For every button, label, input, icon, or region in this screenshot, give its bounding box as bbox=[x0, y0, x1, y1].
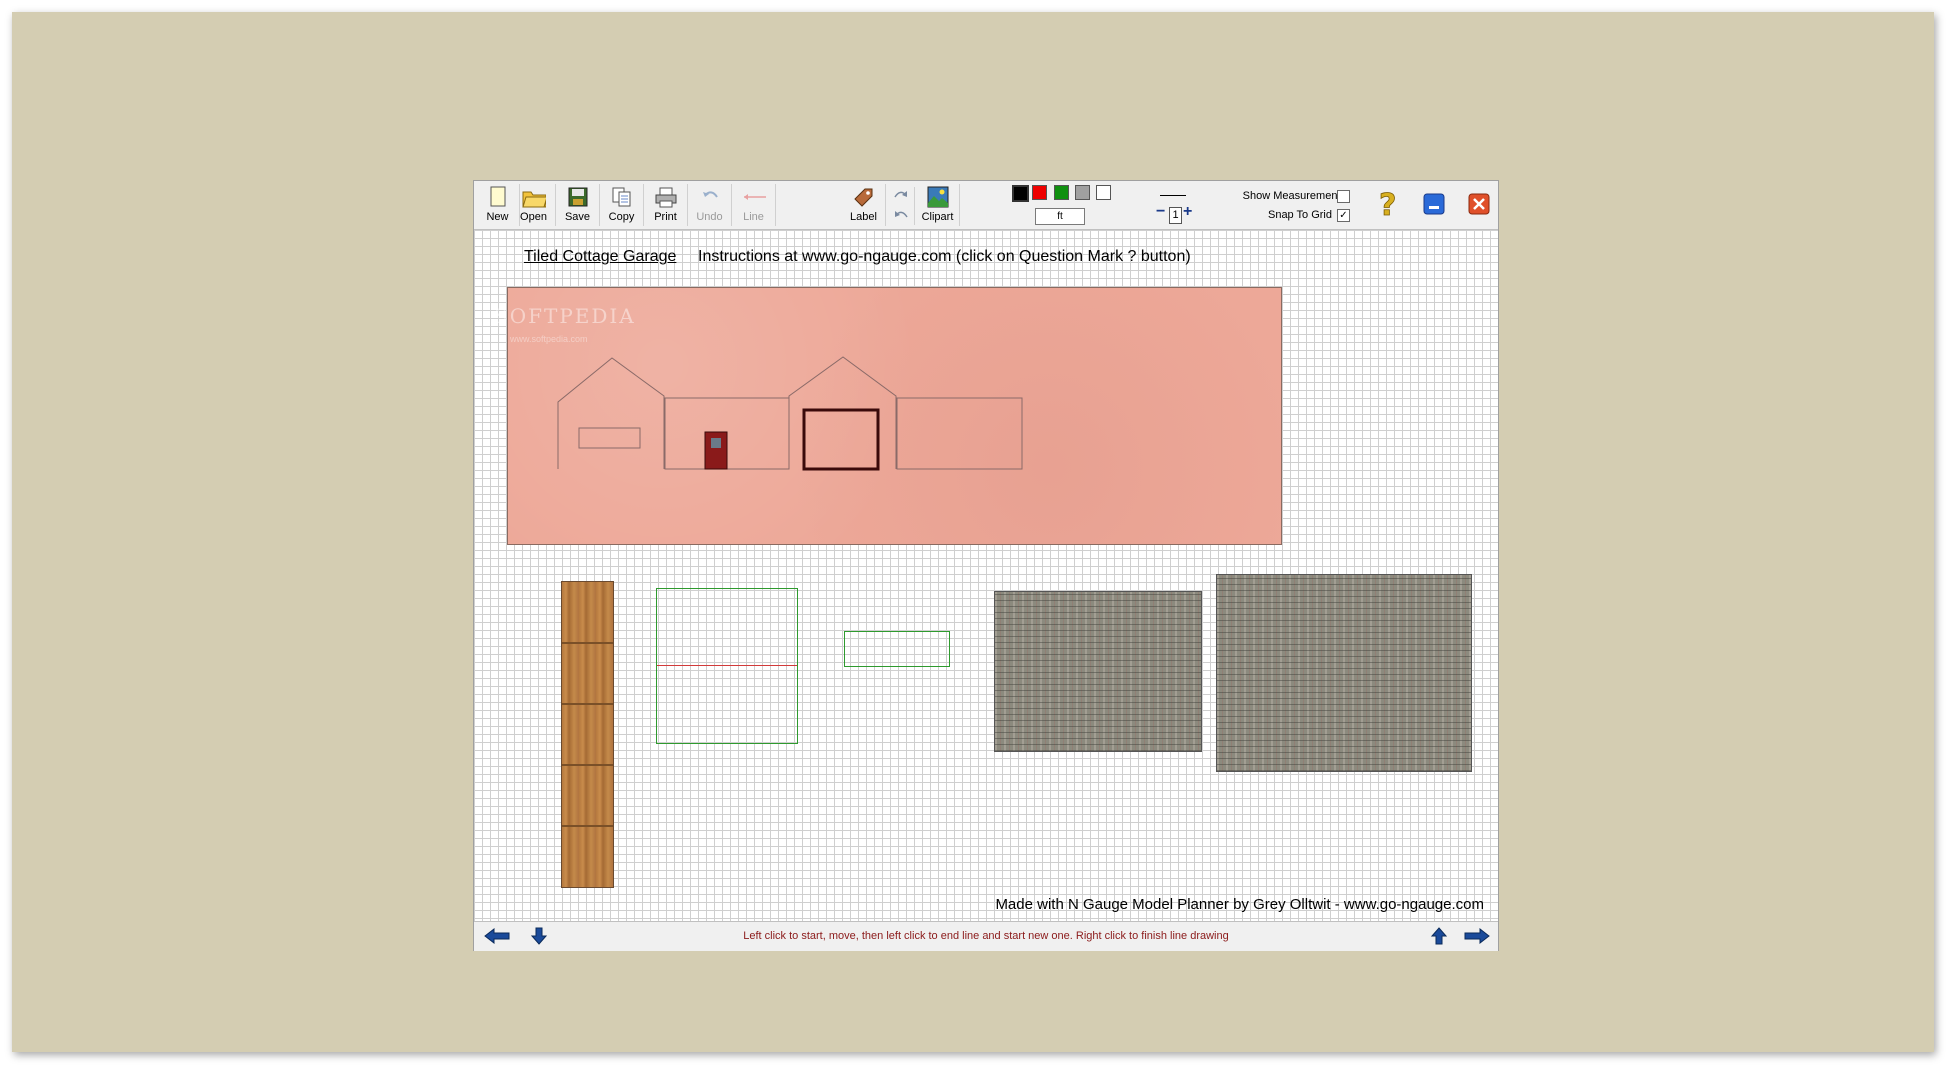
credit-footer: Made with N Gauge Model Planner by Grey … bbox=[995, 896, 1484, 913]
drawing-canvas[interactable]: Tiled Cottage Garage Instructions at www… bbox=[474, 230, 1498, 921]
save-label: Save bbox=[564, 211, 591, 223]
undo-button[interactable]: Undo bbox=[688, 184, 732, 226]
clipart-button[interactable]: Clipart bbox=[916, 184, 960, 226]
minimize-icon bbox=[1423, 193, 1445, 215]
line-button[interactable]: Line bbox=[732, 184, 776, 226]
color-swatch-green[interactable] bbox=[1054, 185, 1069, 200]
rotate-left-icon[interactable] bbox=[892, 207, 910, 221]
red-divider-line bbox=[657, 665, 797, 666]
save-button[interactable]: Save bbox=[556, 184, 600, 226]
cottage-outline-drawing bbox=[557, 356, 1023, 471]
unit-field[interactable]: ft bbox=[1035, 208, 1085, 225]
copy-label: Copy bbox=[608, 211, 635, 223]
new-file-icon bbox=[486, 185, 510, 209]
line-tool-icon bbox=[742, 185, 766, 209]
show-measurements-label: Show Measurements bbox=[1242, 190, 1346, 202]
model-title[interactable]: Tiled Cottage Garage bbox=[524, 248, 676, 266]
question-mark-icon: ? bbox=[1379, 189, 1397, 219]
help-button[interactable]: ? bbox=[1372, 187, 1404, 221]
line-label: Line bbox=[743, 211, 764, 223]
scroll-up-button[interactable] bbox=[1424, 926, 1454, 946]
show-measurements-checkbox[interactable] bbox=[1337, 190, 1350, 203]
application-window: New Open Save Copy Print Undo Line Label… bbox=[473, 180, 1499, 951]
svg-text:?: ? bbox=[1379, 189, 1396, 219]
snap-to-grid-label: Snap To Grid bbox=[1267, 209, 1332, 221]
print-label: Print bbox=[654, 211, 677, 223]
label-button[interactable]: Label bbox=[842, 184, 886, 226]
door-icon bbox=[704, 431, 728, 470]
close-button[interactable] bbox=[1463, 187, 1495, 221]
front-wall-panel[interactable]: SOFTPEDIA www.softpedia.com bbox=[494, 287, 1282, 545]
desktop-background: New Open Save Copy Print Undo Line Label… bbox=[12, 12, 1934, 1052]
roof-tiles-panel-left[interactable] bbox=[994, 591, 1202, 752]
label-label: Label bbox=[850, 211, 877, 223]
arrow-up-icon bbox=[1431, 927, 1447, 945]
printer-icon bbox=[654, 185, 678, 209]
color-swatch-red[interactable] bbox=[1032, 185, 1047, 200]
toolbar: New Open Save Copy Print Undo Line Label… bbox=[474, 181, 1498, 230]
copy-icon bbox=[610, 185, 634, 209]
snap-to-grid-checkbox[interactable]: ✓ bbox=[1337, 209, 1350, 222]
copy-button[interactable]: Copy bbox=[600, 184, 644, 226]
folder-icon bbox=[521, 185, 546, 209]
thickness-increase-button[interactable]: + bbox=[1183, 204, 1192, 220]
green-rectangle-small[interactable] bbox=[844, 631, 950, 667]
garage-door-frame bbox=[802, 408, 880, 471]
status-hint: Left click to start, move, then left cli… bbox=[743, 930, 1229, 942]
floppy-disk-icon bbox=[566, 185, 590, 209]
new-label: New bbox=[486, 211, 509, 223]
roof-tiles-panel-right[interactable] bbox=[1216, 574, 1472, 772]
picture-icon bbox=[926, 185, 950, 209]
green-rectangle-large[interactable] bbox=[656, 588, 798, 744]
clipart-label: Clipart bbox=[921, 211, 954, 223]
print-button[interactable]: Print bbox=[644, 184, 688, 226]
color-swatch-black[interactable] bbox=[1012, 185, 1029, 202]
color-swatch-grey[interactable] bbox=[1075, 185, 1090, 200]
undo-label: Undo bbox=[696, 211, 723, 223]
minimize-button[interactable] bbox=[1418, 187, 1450, 221]
undo-arrow-icon bbox=[698, 185, 722, 209]
scroll-right-button[interactable] bbox=[1462, 926, 1492, 946]
open-label: Open bbox=[520, 211, 547, 223]
thickness-value: 1 bbox=[1169, 207, 1182, 224]
rotate-right-icon[interactable] bbox=[892, 187, 910, 201]
arrow-right-icon bbox=[1464, 928, 1490, 944]
line-thickness-sample bbox=[1160, 195, 1186, 196]
open-button[interactable]: Open bbox=[512, 184, 556, 226]
color-swatch-white[interactable] bbox=[1096, 185, 1111, 200]
close-icon bbox=[1468, 193, 1490, 215]
instructions-text: Instructions at www.go-ngauge.com (click… bbox=[698, 248, 1191, 265]
wooden-plank-strip[interactable] bbox=[561, 581, 614, 888]
thickness-decrease-button[interactable]: − bbox=[1156, 204, 1165, 220]
checkmark-icon: ✓ bbox=[1339, 210, 1348, 221]
label-tag-icon bbox=[852, 185, 876, 209]
statusbar: Left click to start, move, then left cli… bbox=[474, 921, 1498, 951]
rotate-controls bbox=[888, 187, 915, 225]
